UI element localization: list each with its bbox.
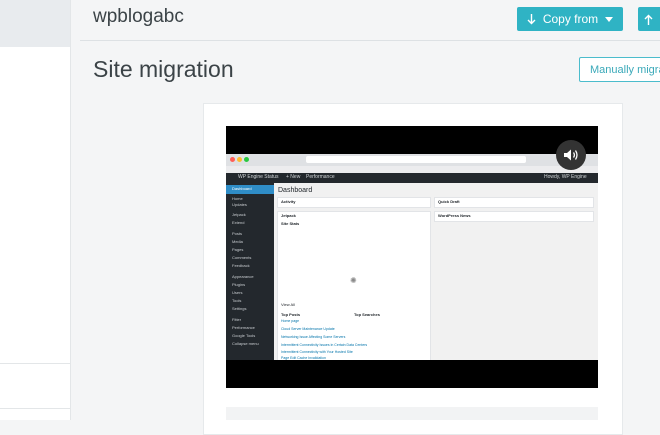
loading-spinner-icon: ✺ <box>350 276 357 285</box>
sidebar-active-item[interactable] <box>0 0 70 47</box>
video-frame-screenshot: WP Engine Status + New Performance Howdy… <box>226 154 598 360</box>
wp-activity-panel: Activity <box>277 197 431 208</box>
wp-panel-label: Quick Draft <box>438 199 460 204</box>
wp-menu-item: Dashboard <box>232 186 252 191</box>
site-name: wpblogabc <box>93 6 184 27</box>
wp-admin-bar: WP Engine Status + New Performance Howdy… <box>226 173 598 183</box>
left-sidebar <box>0 0 71 420</box>
wp-performance-label: Performance <box>306 174 335 180</box>
wp-post-link: Intermittent Connectivity Issues in Cert… <box>281 343 368 347</box>
wp-menu-item: Posts <box>232 231 243 236</box>
wp-new-label: + New <box>286 174 301 180</box>
sidebar-divider <box>0 408 70 409</box>
browser-chrome <box>226 154 598 166</box>
arrow-down-icon <box>527 13 536 24</box>
wp-menu-item: Performance <box>232 325 255 330</box>
wp-menu-item: Collapse menu <box>232 341 259 346</box>
wp-panel-label: Jetpack <box>281 213 296 218</box>
wp-menu-item: Plugins <box>232 282 246 287</box>
arrow-up-icon <box>644 14 653 25</box>
wp-howdy-label: Howdy, WP Engine <box>544 174 587 180</box>
wp-menu-item: Media <box>232 239 243 244</box>
wp-menu-item: Updates <box>232 202 247 207</box>
wp-top-posts: Top Posts <box>281 312 301 317</box>
wp-menu-item: Feedback <box>232 263 250 268</box>
wp-quick-draft-panel: Quick Draft <box>434 197 594 208</box>
wp-menu-item: Tools <box>232 298 242 303</box>
wp-menu-item: Jetpack <box>232 212 246 217</box>
wp-post-link: Page Edit Cache Invalidation <box>281 356 326 360</box>
wp-site-label: WP Engine Status <box>238 174 279 180</box>
wp-post-link: Networking Issue Affecting Some Servers <box>281 335 346 339</box>
close-dot-icon <box>230 157 235 162</box>
wp-menu-item: Fitter <box>232 317 242 322</box>
wp-panel-label: WordPress News <box>438 213 471 218</box>
wp-view-all: View All <box>281 302 295 307</box>
wp-panel-label: Activity <box>281 199 296 204</box>
video-caption-area <box>226 407 598 420</box>
url-bar <box>306 156 526 163</box>
wp-panel-label: Site Stats <box>281 221 300 226</box>
wp-dashboard-content: Dashboard Activity Quick Draft Jetpack S… <box>274 183 598 360</box>
wp-post-link: Intermittent Connectivity with Your Host… <box>281 350 353 354</box>
wp-menu-item: Settings <box>232 306 247 311</box>
wp-post-link: Cloud Server Maintenance Update <box>281 327 335 331</box>
maximize-dot-icon <box>244 157 249 162</box>
copy-from-label: Copy from <box>542 12 599 26</box>
volume-button[interactable] <box>556 140 586 170</box>
browser-tabs <box>226 166 598 173</box>
manually-migrate-button[interactable]: Manually migrate <box>579 57 660 82</box>
wp-admin-menu: Dashboard Home Updates Jetpack Extend Po… <box>226 183 274 360</box>
sidebar-divider <box>0 363 70 364</box>
page-title: Site migration <box>93 56 234 82</box>
volume-icon <box>564 149 578 161</box>
copy-to-button[interactable] <box>638 7 660 31</box>
wp-news-panel: WordPress News <box>434 211 594 222</box>
wp-menu-item: Users <box>232 290 243 295</box>
wp-menu-item: Comments <box>232 255 252 260</box>
wp-post-link: Home page <box>281 319 300 323</box>
wp-menu-item: Appearance <box>232 274 254 279</box>
wp-jetpack-panel: Jetpack Site Stats ✺ View All Top Posts … <box>277 211 431 360</box>
caret-down-icon <box>605 16 614 22</box>
wp-menu-item: Pages <box>232 247 244 252</box>
wp-top-searches: Top Searches <box>354 312 380 317</box>
copy-from-button[interactable]: Copy from <box>517 7 623 31</box>
wp-dashboard-title: Dashboard <box>278 187 313 194</box>
minimize-dot-icon <box>237 157 242 162</box>
wp-menu-item: Home <box>232 196 243 201</box>
tutorial-video[interactable]: WP Engine Status + New Performance Howdy… <box>226 126 598 388</box>
wp-menu-item: Extend <box>232 220 245 225</box>
wp-menu-item: Google Tools <box>232 333 256 338</box>
header-divider <box>80 40 660 41</box>
